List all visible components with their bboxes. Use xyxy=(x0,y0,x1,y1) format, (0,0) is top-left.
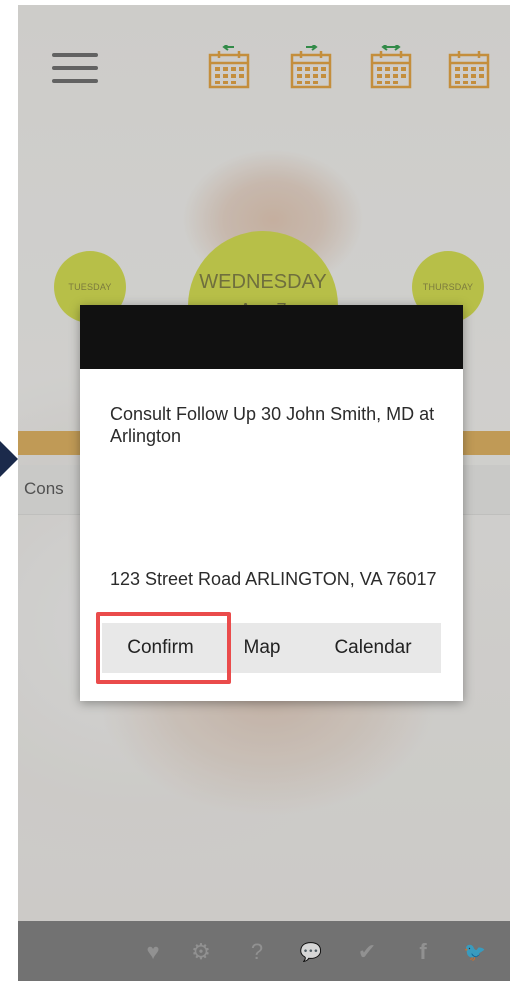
dialog-header xyxy=(80,305,463,369)
left-pointer-arrow xyxy=(0,441,18,477)
confirm-highlight-box xyxy=(96,612,231,684)
app-screen: TUESDAY WEDNESDAY Aug 7 THURSDAY Cons ♥ … xyxy=(18,5,510,981)
appointment-address: 123 Street Road ARLINGTON, VA 76017 xyxy=(110,569,437,589)
appointment-title: Consult Follow Up 30 John Smith, MD at A… xyxy=(110,404,435,446)
calendar-button[interactable]: Calendar xyxy=(305,623,441,673)
map-button[interactable]: Map xyxy=(219,623,305,673)
